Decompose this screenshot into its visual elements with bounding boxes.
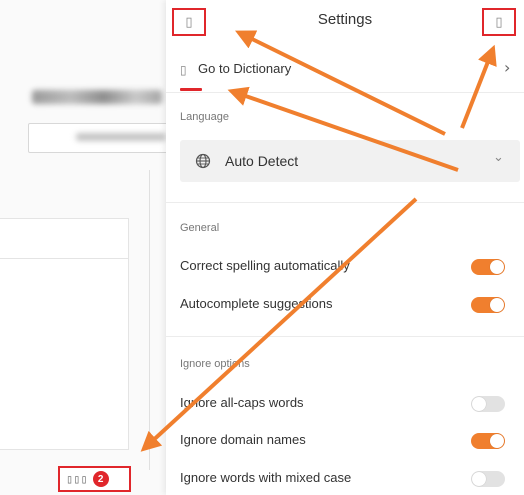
option-ignore-domain-names: Ignore domain names [166, 425, 524, 455]
close-icon[interactable]: ▯ [482, 8, 516, 36]
dictionary-icon: ▯ [180, 63, 187, 77]
option-label: Ignore all-caps words [180, 395, 304, 410]
language-section-label: Language [180, 111, 229, 123]
option-ignore-all-caps: Ignore all-caps words [166, 388, 524, 418]
toggle-knob [490, 260, 504, 274]
active-underline [180, 88, 202, 91]
option-correct-spelling: Correct spelling automatically [166, 251, 524, 281]
globe-icon [195, 153, 211, 169]
blurred-page-title [32, 90, 162, 104]
general-section-label: General [180, 222, 220, 234]
ignore-mixed-case-toggle[interactable] [471, 471, 505, 487]
ignore-all-caps-toggle[interactable] [471, 396, 505, 412]
extension-icons: ▯▯▯ [66, 472, 88, 486]
ignore-section-label: Ignore options [180, 358, 250, 370]
notification-count-badge: 2 [92, 471, 109, 487]
chevron-right-icon: › [504, 58, 511, 77]
header-divider [166, 92, 524, 93]
go-to-dictionary-label: Go to Dictionary [198, 61, 292, 76]
blurred-field-text [76, 133, 166, 141]
section-divider [166, 202, 524, 203]
extension-badge[interactable]: ▯▯▯ 2 [58, 466, 131, 492]
background-card-divider [0, 258, 128, 259]
settings-title: Settings [317, 11, 373, 28]
toggle-knob [472, 397, 486, 411]
background-card [0, 218, 129, 450]
settings-header: ▯ Settings ▯ [166, 0, 524, 44]
language-selected-value: Auto Detect [225, 153, 299, 169]
option-label: Ignore domain names [180, 432, 306, 447]
toggle-knob [472, 472, 486, 486]
option-ignore-mixed-case: Ignore words with mixed case [166, 463, 524, 493]
close-icon-glyph: ▯ [495, 14, 503, 30]
option-autocomplete: Autocomplete suggestions [166, 289, 524, 319]
go-to-dictionary-link[interactable]: ▯ Go to Dictionary › [166, 52, 524, 86]
correct-spelling-toggle[interactable] [471, 259, 505, 275]
ignore-domain-names-toggle[interactable] [471, 433, 505, 449]
section-divider [166, 336, 524, 337]
autocomplete-toggle[interactable] [471, 297, 505, 313]
toggle-knob [490, 298, 504, 312]
background-divider [149, 170, 150, 470]
option-label: Correct spelling automatically [180, 258, 350, 273]
toggle-knob [490, 434, 504, 448]
settings-panel: ▯ Settings ▯ ▯ Go to Dictionary › Langua… [166, 0, 524, 495]
option-label: Autocomplete suggestions [180, 296, 333, 311]
option-label: Ignore words with mixed case [180, 470, 352, 485]
chevron-down-icon: ⌄ [493, 150, 504, 165]
language-select[interactable]: Auto Detect ⌄ [180, 140, 520, 182]
